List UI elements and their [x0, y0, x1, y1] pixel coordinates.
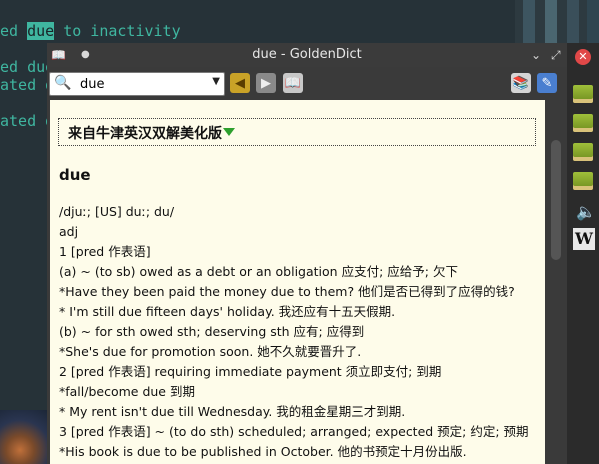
dictionaries-button[interactable]: 📚 — [511, 73, 531, 93]
dictionary-button[interactable] — [570, 110, 596, 136]
dictionary-header[interactable]: 来自牛津英汉双解美化版 — [58, 118, 536, 146]
definition-line: * I'm still due fifteen days' holiday. 我… — [59, 304, 396, 319]
dictionary-name: 来自牛津英汉双解美化版 — [68, 126, 222, 142]
definition-line: *She's due for promotion soon. 她不久就要晋升了. — [59, 344, 362, 359]
close-icon[interactable]: ✕ — [575, 49, 591, 65]
book-icon — [573, 114, 593, 132]
terminal-text: to inactivity — [54, 22, 181, 40]
pronounce-button[interactable]: 🔈 — [570, 198, 596, 224]
goldendict-window: 📖 ● due - GoldenDict ⌄ ⤢ 🔍 ▼ ◀ ▶ 📖 📚 ✎ 来… — [47, 43, 567, 464]
definition-line: * My rent isn't due till Wednesday. 我的租金… — [59, 404, 406, 419]
book-icon — [573, 143, 593, 161]
search-icon: 🔍 — [54, 75, 72, 91]
definition-line: /djuː; [US] duː; du/ — [59, 204, 175, 219]
wikipedia-icon: W — [573, 228, 595, 250]
panel-tile — [523, 0, 535, 44]
dictionary-dock: ✕ 🔈 W — [567, 43, 599, 464]
edit-dictionaries-button[interactable]: ✎ — [537, 73, 557, 93]
toolbar: 🔍 ▼ ◀ ▶ 📖 📚 ✎ — [47, 67, 567, 99]
wikipedia-button[interactable]: W — [570, 226, 596, 252]
wallpaper-fragment — [0, 410, 50, 464]
window-title: due - GoldenDict — [252, 47, 362, 62]
back-button[interactable]: ◀ — [230, 73, 250, 93]
open-book-icon: 📖 — [284, 75, 302, 91]
forward-button[interactable]: ▶ — [256, 73, 276, 93]
definition-line: adj — [59, 224, 79, 239]
panel-tile — [587, 0, 599, 44]
panel-tile — [545, 0, 557, 44]
definition-line: (b) ~ for sth owed sth; deserving sth 应有… — [59, 324, 365, 339]
definition-line: 1 [pred 作表语] — [59, 244, 151, 259]
speaker-icon: 🔈 — [576, 202, 596, 221]
dictionary-button[interactable] — [570, 81, 596, 107]
arrow-left-icon: ◀ — [235, 75, 245, 91]
book-icon — [573, 172, 593, 190]
terminal-text: ed — [0, 22, 28, 40]
books-stack-icon: 📚 — [512, 75, 530, 91]
search-box[interactable]: 🔍 ▼ — [49, 72, 225, 96]
pen-icon: ✎ — [541, 75, 553, 91]
definition-line: *Have they been paid the money due to th… — [59, 284, 515, 299]
article-view[interactable]: 来自牛津英汉双解美化版 due /djuː; [US] duː; du/ adj… — [50, 100, 545, 464]
definition-body: /djuː; [US] duː; du/ adj 1 [pred 作表语] (a… — [59, 202, 539, 462]
terminal-selection: due — [27, 22, 55, 40]
scan-popup-button[interactable]: 📖 — [283, 73, 303, 93]
panel-tile — [567, 0, 579, 44]
definition-line: 2 [pred 作表语] requiring immediate payment… — [59, 364, 442, 379]
minimize-icon[interactable]: ⌄ — [531, 47, 541, 63]
definition-line: 3 [pred 作表语] ~ (to do sth) scheduled; ar… — [59, 424, 529, 439]
book-icon — [573, 85, 593, 103]
definition-line: *fall/become due 到期 — [59, 384, 195, 399]
arrow-right-icon: ▶ — [261, 75, 271, 91]
dictionary-button[interactable] — [570, 139, 596, 165]
maximize-icon[interactable]: ⤢ — [551, 47, 561, 63]
terminal-top-area — [515, 0, 599, 44]
collapse-arrow-icon[interactable] — [223, 128, 235, 136]
headword: due — [59, 166, 91, 184]
chevron-down-icon[interactable]: ▼ — [212, 76, 220, 87]
scrollbar-thumb[interactable] — [551, 140, 561, 260]
terminal-line: ed due to inactivity — [0, 22, 181, 40]
dictionary-button[interactable] — [570, 168, 596, 194]
title-bar[interactable]: 📖 ● due - GoldenDict ⌄ ⤢ — [47, 43, 567, 67]
search-input[interactable] — [78, 74, 202, 94]
scrollbar[interactable] — [545, 100, 567, 464]
definition-line: *His book is due to be published in Octo… — [59, 444, 467, 459]
definition-line: (a) ~ (to sb) owed as a debt or an oblig… — [59, 264, 458, 279]
